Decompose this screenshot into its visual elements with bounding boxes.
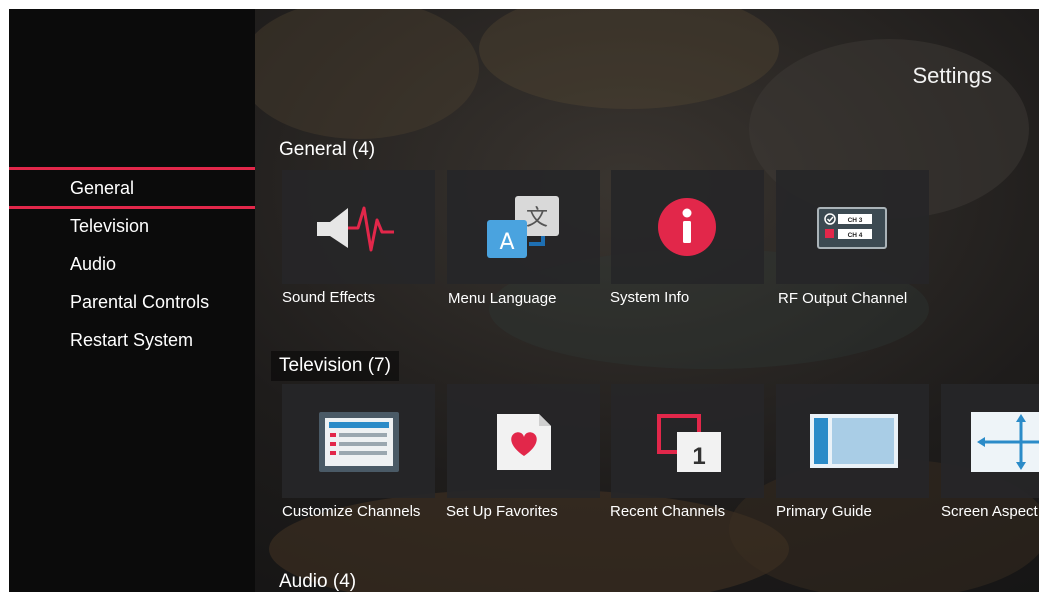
tile-label-screen-aspect: Screen Aspect	[941, 503, 1038, 520]
tile-sound-effects[interactable]	[282, 170, 435, 284]
sidebar: General Television Audio Parental Contro…	[9, 9, 255, 592]
section-title-audio: Audio (4)	[279, 571, 357, 592]
recent-channel-number: 1	[692, 443, 705, 470]
tile-customize-channels[interactable]	[282, 384, 435, 498]
tile-set-up-favorites[interactable]	[447, 384, 600, 498]
recent-channels-icon: 1	[657, 414, 721, 472]
section-title-television: Television (7)	[271, 351, 399, 381]
tile-label-rf-output-channel: RF Output Channel	[778, 290, 908, 307]
info-icon	[658, 198, 716, 256]
rf-output-icon: CH 3 CH 4	[817, 207, 887, 249]
svg-text:文: 文	[526, 206, 548, 231]
tv-screen: General Television Audio Parental Contro…	[9, 9, 1039, 592]
tile-label-menu-language: Menu Language	[448, 290, 557, 307]
svg-text:A: A	[499, 230, 514, 255]
tile-label-recent-channels: Recent Channels	[610, 503, 726, 520]
sidebar-item-general[interactable]: General	[9, 167, 255, 209]
tile-label-primary-guide: Primary Guide	[776, 503, 872, 520]
tile-menu-language[interactable]: 文 A	[447, 170, 600, 284]
page-title: Settings	[912, 63, 993, 88]
sidebar-item-restart-system[interactable]: Restart System	[9, 322, 255, 358]
tile-primary-guide[interactable]	[776, 384, 929, 498]
tile-system-info[interactable]	[611, 170, 764, 284]
channel-list-icon	[319, 412, 399, 472]
language-icon: 文 A	[487, 196, 559, 258]
tile-screen-aspect[interactable]	[941, 384, 1039, 498]
sound-effects-icon	[317, 206, 394, 252]
tile-label-set-up-favorites: Set Up Favorites	[446, 503, 558, 520]
sidebar-item-parental-controls[interactable]: Parental Controls	[9, 284, 255, 320]
section-title-general: General (4)	[279, 139, 376, 160]
sidebar-item-audio[interactable]: Audio	[9, 246, 255, 282]
tile-rf-output-channel[interactable]: CH 3 CH 4	[776, 170, 929, 284]
tile-label-sound-effects: Sound Effects	[282, 289, 376, 306]
guide-icon	[810, 414, 898, 468]
rf-channel-label-ch4: CH 4	[848, 232, 863, 239]
tile-label-system-info: System Info	[610, 289, 690, 306]
tile-label-customize-channels: Customize Channels	[282, 503, 421, 520]
tile-recent-channels[interactable]: 1	[611, 384, 764, 498]
sidebar-item-television[interactable]: Television	[9, 208, 255, 244]
screen-aspect-icon	[971, 412, 1039, 472]
rf-channel-label-ch3: CH 3	[848, 217, 863, 224]
favorites-heart-icon	[497, 414, 551, 470]
